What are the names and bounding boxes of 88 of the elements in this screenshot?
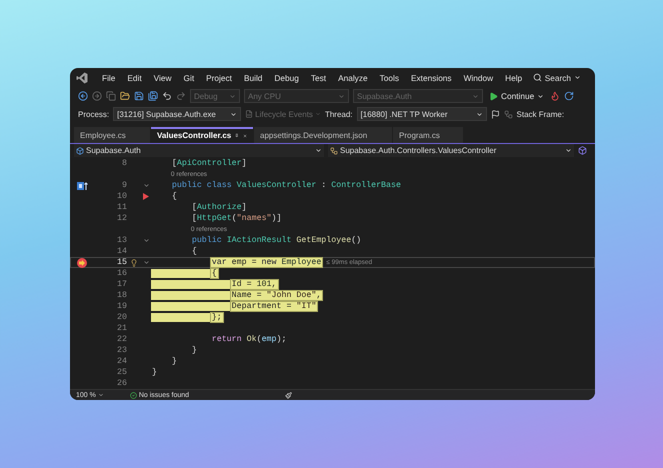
line-number: 16 xyxy=(116,269,127,278)
save-all-icon[interactable] xyxy=(148,91,158,102)
code-line: } xyxy=(170,357,178,366)
process-dropdown[interactable]: [31216] Supabase.Auth.exe xyxy=(113,107,242,122)
caret-icon[interactable] xyxy=(476,110,483,118)
fold-caret-icon[interactable] xyxy=(142,182,150,190)
process-label: Process: xyxy=(78,110,110,119)
forward-icon[interactable] xyxy=(92,91,102,102)
thread-label: Thread: xyxy=(324,110,353,119)
menu-item[interactable]: Project xyxy=(200,72,238,83)
copy-icon[interactable] xyxy=(106,91,116,102)
brush-icon[interactable] xyxy=(285,392,292,399)
line-number: 18 xyxy=(116,291,127,300)
menu-item[interactable]: Analyze xyxy=(332,72,374,83)
menu-item[interactable]: Extensions xyxy=(404,72,458,83)
code-line: [ApiController] xyxy=(170,159,248,168)
close-icon[interactable] xyxy=(242,132,247,140)
menu-item[interactable]: Test xyxy=(304,72,332,83)
search-button[interactable]: Search xyxy=(528,72,585,83)
code-line: return Ok(emp); xyxy=(210,335,288,344)
file-tab[interactable]: Program.cs xyxy=(393,126,463,143)
line-number: 11 xyxy=(116,203,127,212)
menu-item[interactable]: Tools xyxy=(374,72,405,83)
line-number: 12 xyxy=(116,214,127,224)
line-number: 8 xyxy=(121,159,127,168)
project-dropdown[interactable]: Supabase.Auth xyxy=(74,144,324,158)
undo-icon[interactable] xyxy=(162,91,172,102)
flame-icon[interactable] xyxy=(550,91,560,102)
fold-caret-icon[interactable] xyxy=(142,237,150,244)
menu-item[interactable]: Edit xyxy=(121,72,148,83)
play-icon xyxy=(489,92,498,101)
threads-icon[interactable] xyxy=(504,110,513,119)
caret-icon[interactable] xyxy=(230,110,238,118)
file-tab[interactable]: Employee.cs xyxy=(74,126,150,143)
stack-frame-label: Stack Frame: xyxy=(516,110,564,119)
line-number: 17 xyxy=(116,280,127,290)
line-number: 9 xyxy=(121,181,127,190)
line-number: 10 xyxy=(116,192,127,202)
line-number: 13 xyxy=(116,236,127,246)
redo-icon[interactable] xyxy=(176,91,186,102)
line-number: 14 xyxy=(116,247,127,256)
caret-icon[interactable] xyxy=(537,92,544,100)
code-line: [HttpGet("names")] xyxy=(190,214,282,224)
menu-item[interactable]: Window xyxy=(458,72,500,83)
fold-caret-icon[interactable] xyxy=(142,259,150,266)
line-number: 26 xyxy=(116,379,127,388)
code-line: { xyxy=(190,247,198,256)
line-number: 25 xyxy=(116,368,127,378)
code-line: public class ValuesController : ControllerBase xyxy=(170,181,402,190)
class-icon xyxy=(330,146,338,155)
folder-icon[interactable] xyxy=(120,91,130,102)
thread-dropdown[interactable]: [16880] .NET TP Worker xyxy=(356,107,487,122)
menu-item[interactable]: Help xyxy=(499,72,528,83)
menu-item[interactable]: Debug xyxy=(268,72,305,83)
cube-icon xyxy=(76,146,84,155)
restart-icon[interactable] xyxy=(564,91,574,102)
continue-button[interactable]: Continue xyxy=(487,91,546,102)
line-number: 22 xyxy=(116,335,127,344)
line-number: 21 xyxy=(116,324,127,334)
line-number: 23 xyxy=(116,346,127,356)
menu-item[interactable]: File xyxy=(96,72,122,83)
line-number: 24 xyxy=(116,357,127,366)
code-line: public IActionResult GetEmployee() xyxy=(190,236,362,246)
caret-icon[interactable] xyxy=(574,74,581,82)
save-icon[interactable] xyxy=(134,91,144,102)
menu-item[interactable]: View xyxy=(148,72,178,83)
search-icon xyxy=(532,73,542,82)
line-number: 15 xyxy=(116,258,127,268)
caret-icon[interactable] xyxy=(315,147,322,154)
check-icon xyxy=(130,392,137,399)
code-line: } xyxy=(151,368,158,378)
pin-icon[interactable] xyxy=(235,132,239,140)
scope-dropdown[interactable]: Supabase.Auth.Controllers.ValuesController xyxy=(328,144,574,158)
caret-icon[interactable] xyxy=(565,147,572,154)
back-icon[interactable] xyxy=(78,91,88,102)
file-tab[interactable]: appsettings.Development.json xyxy=(254,126,392,143)
document-icon xyxy=(245,110,254,118)
line-number: 20 xyxy=(116,313,127,322)
code-line: [Authorize] xyxy=(190,203,248,212)
line-number: 19 xyxy=(116,302,127,312)
code-line: } xyxy=(190,346,198,356)
cube-icon[interactable] xyxy=(578,146,587,156)
app-logo-icon xyxy=(76,72,88,84)
menu-item[interactable]: Build xyxy=(238,72,268,83)
menu-item[interactable]: Git xyxy=(178,72,200,83)
lightbulb-icon[interactable] xyxy=(130,258,138,267)
code-line: { xyxy=(170,192,178,202)
flag-icon[interactable] xyxy=(490,110,500,119)
